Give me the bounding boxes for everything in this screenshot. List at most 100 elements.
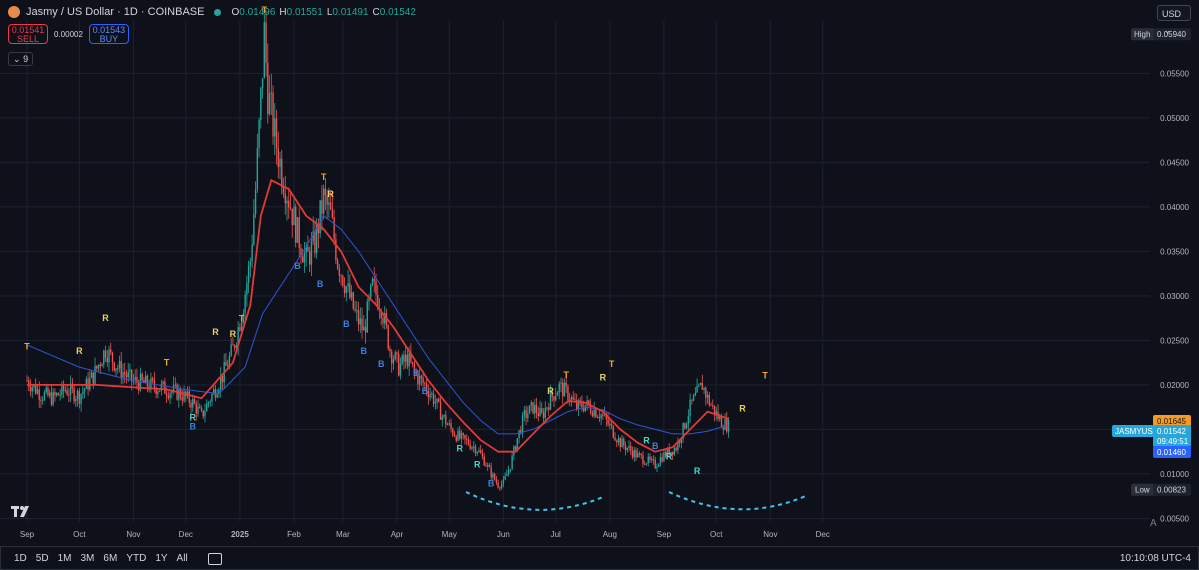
candle-body — [282, 187, 285, 194]
price-chart[interactable]: 0.05500 0.05000 0.04500 0.04000 0.03500 0.030… — [0, 0, 1199, 546]
candle-body — [391, 351, 393, 364]
signal-marker: R — [547, 386, 554, 396]
candle-body — [258, 119, 260, 149]
candle-body — [354, 308, 356, 311]
chart-background — [0, 0, 1199, 546]
sell-button[interactable]: 0.01541 SELL — [8, 24, 48, 44]
candle-body — [701, 382, 704, 390]
signal-marker: B — [294, 261, 301, 271]
candle-body — [275, 118, 278, 149]
range-1y[interactable]: 1Y — [155, 553, 167, 564]
candle-body — [521, 414, 524, 434]
candle-body — [47, 387, 49, 396]
range-1m[interactable]: 1M — [58, 553, 72, 564]
candle-body — [399, 363, 402, 376]
candle-body — [637, 453, 639, 458]
candle-body — [403, 355, 405, 362]
candle-body — [52, 391, 54, 405]
x-tick-label: Feb — [287, 530, 301, 539]
candle-body — [471, 447, 473, 449]
candle-body — [162, 381, 164, 384]
calendar-icon[interactable] — [207, 552, 222, 565]
candle-body — [525, 410, 527, 418]
candle-body — [190, 402, 192, 408]
candle-body — [144, 375, 147, 384]
candle-body — [113, 362, 115, 371]
range-all[interactable]: All — [177, 553, 188, 564]
candle-body — [448, 423, 450, 425]
candle-body — [370, 284, 372, 298]
candle-body — [527, 413, 529, 418]
candle-body — [473, 446, 475, 448]
range-ytd[interactable]: YTD — [126, 553, 146, 564]
signal-marker: B — [652, 441, 659, 451]
candle-body — [558, 383, 560, 393]
range-1d[interactable]: 1D — [14, 553, 27, 564]
candle-body — [117, 368, 119, 370]
candle-body — [167, 395, 170, 399]
candle-body — [26, 380, 28, 382]
candle-body — [719, 416, 721, 420]
range-6m[interactable]: 6M — [103, 553, 117, 564]
buy-button[interactable]: 0.01543 BUY — [88, 24, 129, 44]
candle-body — [82, 391, 84, 395]
x-tick-label: Dec — [179, 530, 193, 539]
candle-body — [572, 397, 574, 400]
candle-body — [593, 409, 595, 417]
candle-body — [226, 365, 229, 367]
candle-body — [703, 387, 705, 390]
candle-body — [38, 389, 40, 400]
candle-body — [481, 453, 484, 457]
candle-body — [661, 457, 663, 462]
candle-body — [308, 251, 311, 265]
currency-select[interactable]: USD ⌄ — [1157, 5, 1191, 35]
clock-time[interactable]: 10:10:08 UTC-4 — [1120, 553, 1191, 564]
candle-body — [364, 326, 367, 333]
candle-body — [411, 361, 414, 364]
upper-price: 0.01645 — [1157, 417, 1186, 426]
candle-body — [596, 417, 599, 419]
candle-body — [638, 453, 641, 455]
candle-body — [535, 404, 538, 414]
candle-body — [441, 416, 444, 420]
candle-body — [178, 389, 180, 400]
candle-body — [99, 364, 101, 367]
candle-body — [356, 310, 358, 312]
candle-body — [96, 365, 98, 369]
signal-marker: B — [343, 319, 350, 329]
candle-body — [490, 467, 492, 478]
candle-body — [272, 92, 274, 137]
candle-body — [83, 388, 86, 392]
candle-body — [97, 364, 100, 369]
candle-body — [110, 349, 112, 353]
symbol-tag: JASMYUSD — [1115, 427, 1159, 436]
candle-body — [696, 385, 698, 393]
candle-body — [357, 310, 360, 325]
candle-body — [534, 404, 536, 414]
candle-body — [158, 390, 161, 392]
candle-body — [492, 473, 494, 478]
candle-body — [694, 392, 697, 396]
candle-body — [54, 391, 56, 396]
candle-body — [502, 479, 505, 484]
candle-body — [73, 388, 75, 402]
candle-body — [692, 395, 695, 401]
y-tick-label: 0.05500 — [1160, 69, 1189, 78]
candle-body — [342, 275, 344, 286]
range-3m[interactable]: 3M — [81, 553, 95, 564]
candle-body — [675, 448, 677, 451]
candle-body — [293, 206, 295, 226]
range-5d[interactable]: 5D — [36, 553, 49, 564]
candle-body — [724, 419, 726, 430]
low-value: 0.00823 — [1157, 486, 1186, 495]
indicator-toggle[interactable]: ⌄ 9 — [8, 52, 34, 66]
candle-body — [216, 394, 218, 398]
bottom-toolbar: 1D 5D 1M 3M 6M YTD 1Y All 10:10:08 UTC-4 — [0, 546, 1199, 570]
candle-body — [485, 465, 487, 467]
candle-body — [164, 381, 166, 394]
scale-settings-icon[interactable]: A — [1150, 518, 1157, 529]
candle-body — [296, 217, 299, 243]
candle-body — [286, 200, 288, 204]
candle-body — [455, 436, 457, 441]
candle-body — [131, 369, 133, 382]
